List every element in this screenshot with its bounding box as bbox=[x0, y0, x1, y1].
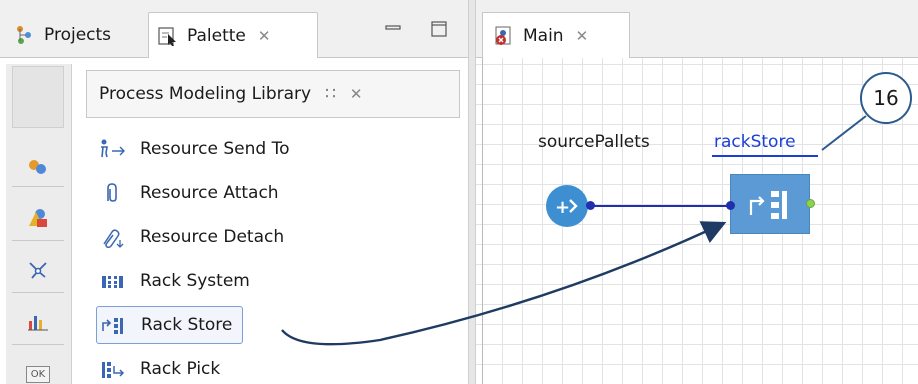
drag-arrow bbox=[281, 221, 727, 346]
annotation-overlay bbox=[281, 115, 867, 346]
callout-pointer bbox=[821, 115, 867, 151]
